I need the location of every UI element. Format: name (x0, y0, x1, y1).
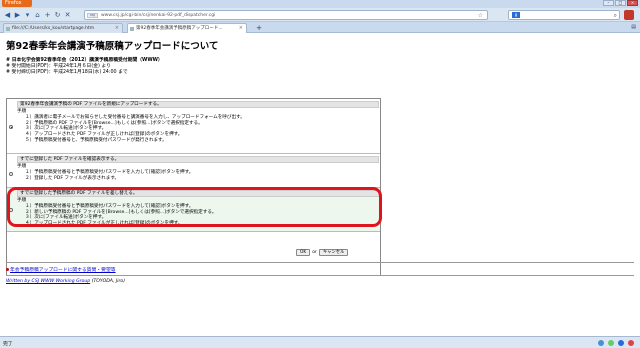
form-buttons: OK or キャンセル (296, 249, 349, 256)
tab-startpage[interactable]: file:///C:/Users/ks_kou/startpage.htm × (3, 23, 123, 33)
addon-status-icon[interactable] (598, 340, 604, 346)
address-text: www.csj.jp/cgi-bin/csj/nenkai-92-pdf_dis… (101, 13, 216, 18)
stop-icon[interactable]: ✕ (63, 11, 72, 19)
maximize-button[interactable]: □ (615, 0, 626, 6)
ok-button[interactable]: OK (296, 249, 311, 256)
inquiry-link[interactable]: 年会予稿原稿アップロードに関する質問・要望等 (6, 266, 116, 273)
status-text: 完了 (3, 342, 13, 347)
section-confirm: すでに登録した PDF ファイルを確認表示する。 手順 １）予稿原稿受付番号と予… (7, 154, 380, 188)
section-label: 第92春季年会講演予稿の PDF ファイルを新規にアップロードする。 (17, 101, 379, 108)
credit-line: Written by CSJ WWW Working Group (TOYODA… (6, 279, 125, 284)
or-text: or (312, 250, 317, 255)
page-icon (6, 27, 10, 31)
close-window-button[interactable]: × (627, 0, 638, 6)
submission-period: # 日本化学会第92春季年会（2012）講演予稿原稿受付期間（WWW） # 受付… (6, 58, 163, 76)
close-tab-icon[interactable]: × (115, 24, 119, 33)
section-steps: 手順 １）講演者に電子メールでお知らせした受付番号と講演番号を入力し、アップロー… (17, 109, 245, 143)
cancel-button[interactable]: キャンセル (318, 249, 349, 256)
minimize-button[interactable]: – (603, 0, 614, 6)
tab-label: file:///C:/Users/ks_kou/startpage.htm (12, 26, 95, 31)
section-label: すでに登録した PDF ファイルを確認表示する。 (17, 156, 379, 163)
bookmark-star-icon[interactable]: ☆ (478, 11, 483, 19)
history-dropdown-icon[interactable]: ▾ (23, 11, 32, 19)
credit-link[interactable]: Written by CSJ WWW Working Group (6, 279, 90, 284)
page-title: 第92春季年会講演予稿原稿アップロードについて (6, 41, 219, 52)
google-icon[interactable]: g (512, 12, 520, 18)
refresh-icon[interactable]: ↻ (53, 11, 62, 19)
close-tab-icon[interactable]: × (239, 24, 243, 33)
navigation-toolbar: ◀ ▶ ▾ ⌂ + ↻ ✕ csj www.csj.jp/cgi-bin/csj… (0, 8, 640, 22)
divider (6, 262, 634, 263)
window-titlebar: Firefox – □ × (0, 0, 640, 8)
red-highlight-annotation (7, 187, 382, 227)
site-identity-icon[interactable]: csj (87, 13, 98, 18)
page-icon (130, 27, 134, 31)
security-status-icon[interactable] (608, 340, 614, 346)
credit-author: (TOYODA, Jiro) (91, 279, 126, 284)
home-icon[interactable]: ⌂ (33, 11, 42, 19)
addon-icon[interactable] (624, 10, 634, 20)
sync-status-icon[interactable] (618, 340, 624, 346)
tab-label: 第92春季年会講演予稿原稿アップロード... (136, 26, 223, 31)
section-steps: 手順 １）予稿原稿受付番号と予稿原稿受付パスワードを入力して[確認]ボタンを押す… (17, 164, 194, 181)
notification-status-icon[interactable] (628, 340, 634, 346)
search-box[interactable]: g ⌕ (508, 10, 620, 20)
search-icon[interactable]: ⌕ (614, 11, 617, 20)
add-icon[interactable]: + (43, 11, 52, 19)
firefox-menu-button[interactable]: Firefox (2, 0, 32, 7)
tab-upload[interactable]: 第92春季年会講演予稿原稿アップロード... × (127, 23, 247, 33)
page-content: 第92春季年会講演予稿原稿アップロードについて # 日本化学会第92春季年会（2… (0, 34, 640, 336)
status-bar: 完了 (0, 336, 640, 348)
tab-strip: file:///C:/Users/ks_kou/startpage.htm × … (0, 22, 640, 33)
address-bar[interactable]: csj www.csj.jp/cgi-bin/csj/nenkai-92-pdf… (84, 10, 488, 20)
section-new-upload: 第92春季年会講演予稿の PDF ファイルを新規にアップロードする。 手順 １）… (7, 99, 380, 154)
bullet-icon (6, 268, 9, 271)
window-controls: – □ × (603, 0, 638, 6)
back-icon[interactable]: ◀ (3, 11, 12, 19)
radio-new-upload[interactable] (9, 125, 13, 129)
divider (6, 275, 634, 276)
new-tab-button[interactable]: + (254, 24, 264, 32)
meta-end: # 受付締切日(PDF)：平成24年1月18日(水) 24:00 まで (6, 70, 128, 75)
tab-list-icon[interactable]: ▤ (631, 24, 636, 30)
radio-confirm[interactable] (9, 172, 13, 176)
forward-icon[interactable]: ▶ (13, 11, 22, 19)
